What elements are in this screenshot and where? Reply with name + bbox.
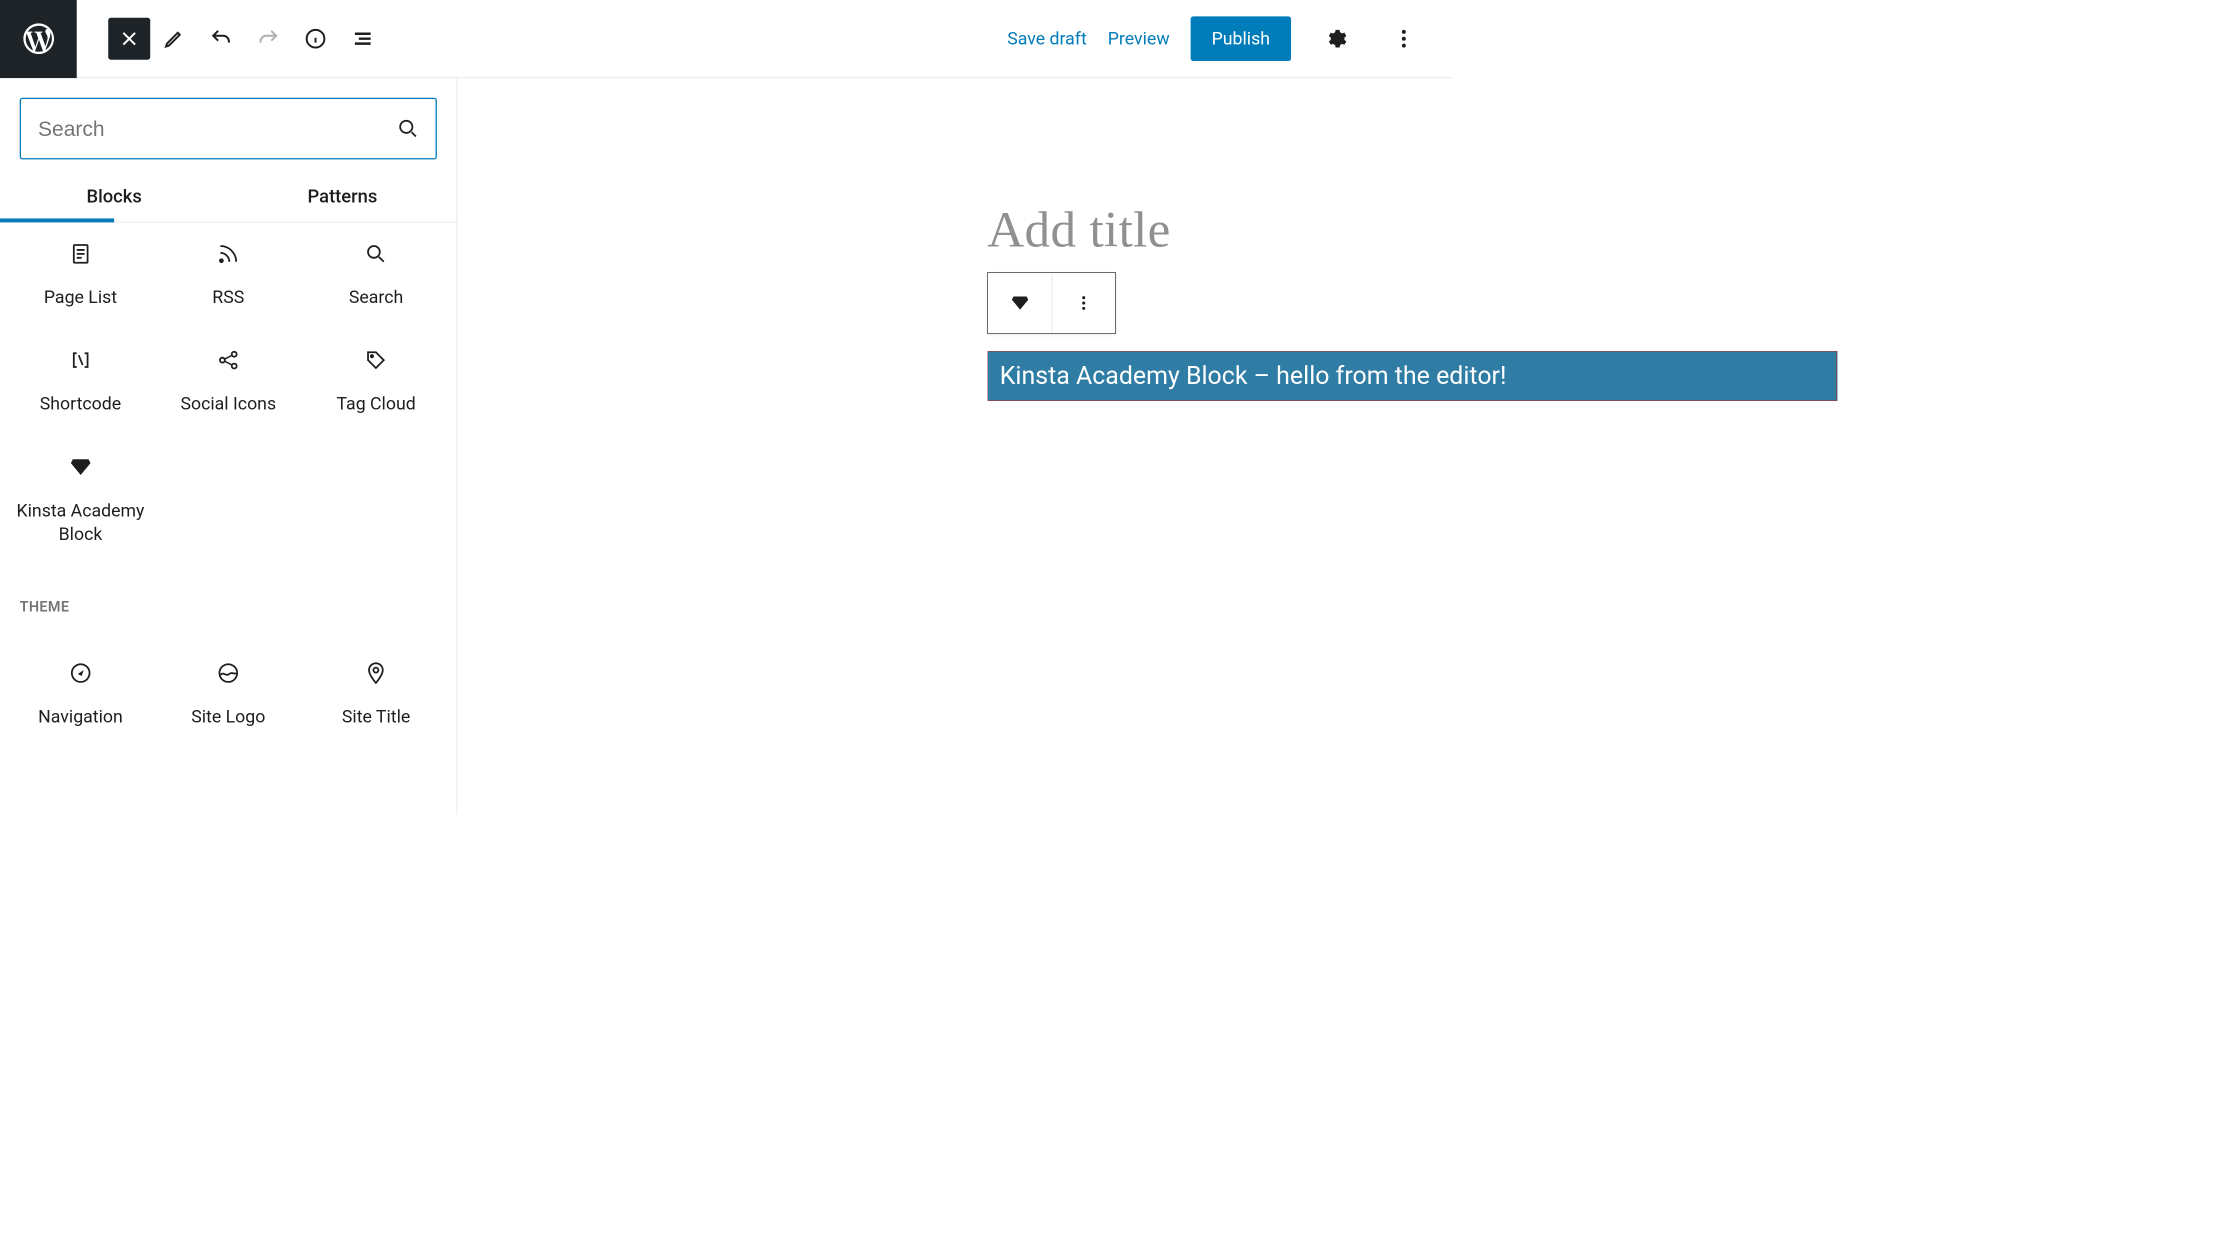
wordpress-icon [20, 20, 57, 57]
top-toolbar: Save draft Preview Publish [0, 0, 1454, 78]
block-type-button[interactable] [988, 273, 1052, 333]
block-item-navigation[interactable]: Navigation [7, 641, 155, 748]
tab-patterns[interactable]: Patterns [228, 173, 456, 222]
block-item-label: RSS [212, 285, 244, 309]
block-item-label: Site Logo [191, 704, 265, 728]
document-info-button[interactable] [292, 15, 339, 62]
app-root: { "topbar": { "save_draft": "Save draft"… [0, 0, 1454, 815]
block-item-rss[interactable]: RSS [154, 222, 302, 329]
redo-button[interactable] [245, 15, 292, 62]
block-item-label: Search [349, 285, 403, 309]
diamond-icon [69, 455, 93, 479]
block-item-site-logo[interactable]: Site Logo [154, 641, 302, 748]
inserter-tabs: Blocks Patterns [0, 173, 457, 223]
post-title-input[interactable]: Add title [987, 200, 1170, 259]
block-item-label: Tag Cloud [336, 392, 415, 416]
kinsta-academy-block-instance[interactable]: Kinsta Academy Block – hello from the ed… [987, 351, 1837, 401]
site-logo-icon [216, 661, 240, 685]
undo-button[interactable] [197, 15, 244, 62]
blocks-list[interactable]: Page List RSS Search Shortcode Social Icons T… [0, 222, 457, 814]
undo-icon [209, 27, 233, 51]
tab-blocks[interactable]: Blocks [0, 173, 228, 222]
search-box[interactable] [20, 98, 437, 160]
rss-icon [216, 242, 240, 266]
page-list-icon [69, 242, 93, 266]
block-item-kinsta-academy[interactable]: Kinsta Academy Block [7, 436, 155, 566]
more-vertical-icon [1392, 27, 1416, 51]
options-button[interactable] [1380, 15, 1427, 62]
redo-icon [256, 27, 280, 51]
shortcode-icon [69, 349, 93, 373]
block-item-page-list[interactable]: Page List [7, 222, 155, 329]
editor-canvas[interactable]: Add title Kinsta Academy Block – hello f… [457, 78, 1453, 815]
search-icon [398, 118, 419, 139]
block-item-shortcode[interactable]: Shortcode [7, 329, 155, 436]
search-icon [364, 242, 388, 266]
tag-icon [364, 349, 388, 373]
block-item-label: Site Title [342, 704, 410, 728]
more-vertical-icon [1075, 294, 1093, 312]
block-item-site-title[interactable]: Site Title [302, 641, 450, 748]
publish-button[interactable]: Publish [1191, 16, 1291, 61]
block-options-button[interactable] [1052, 273, 1116, 333]
toolbar-right-group: Save draft Preview Publish [1007, 15, 1453, 62]
block-item-social-icons[interactable]: Social Icons [154, 329, 302, 436]
block-item-label: Navigation [38, 704, 123, 728]
block-toolbar [987, 272, 1116, 334]
block-grid: Page List RSS Search Shortcode Social Icons T… [0, 222, 457, 566]
block-category-label: THEME [0, 566, 457, 641]
share-icon [216, 349, 240, 373]
block-item-label: Shortcode [40, 392, 121, 416]
toolbar-left-group [77, 15, 387, 62]
search-input[interactable] [38, 116, 397, 140]
gear-icon [1324, 27, 1348, 51]
block-item-label: Kinsta Academy Block [13, 498, 148, 546]
list-view-button[interactable] [339, 15, 386, 62]
pencil-icon [162, 27, 186, 51]
block-item-label: Page List [44, 285, 117, 309]
save-draft-button[interactable]: Save draft [1007, 28, 1087, 49]
info-icon [304, 27, 328, 51]
main-layout: Blocks Patterns Page List RSS Search Shortc… [0, 78, 1454, 815]
block-item-tag-cloud[interactable]: Tag Cloud [302, 329, 450, 436]
wordpress-logo-button[interactable] [0, 0, 77, 78]
block-item-label: Social Icons [180, 392, 276, 416]
close-icon [117, 27, 141, 51]
diamond-icon [1010, 293, 1030, 313]
settings-button[interactable] [1312, 15, 1359, 62]
tools-button[interactable] [150, 15, 197, 62]
block-item-search[interactable]: Search [302, 222, 450, 329]
block-grid: Navigation Site Logo Site Title [0, 641, 457, 748]
block-inserter-panel: Blocks Patterns Page List RSS Search Shortc… [0, 78, 457, 815]
compass-icon [69, 661, 93, 685]
map-pin-icon [364, 661, 388, 685]
list-view-icon [351, 27, 375, 51]
close-inserter-button[interactable] [108, 18, 150, 60]
preview-button[interactable]: Preview [1108, 28, 1170, 49]
search-wrap [0, 98, 457, 173]
